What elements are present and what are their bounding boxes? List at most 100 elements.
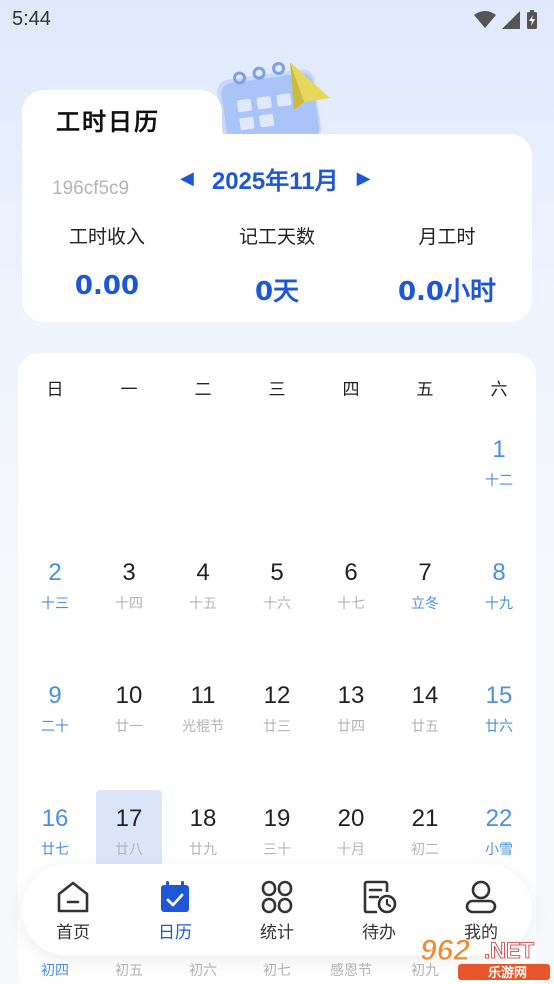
day-number: 17 — [115, 805, 143, 832]
day-number: 13 — [337, 682, 365, 709]
calendar-day-today[interactable]: 17 廿八 — [96, 790, 162, 870]
day-number: 22 — [485, 805, 513, 832]
calendar-day[interactable]: 10 廿一 — [96, 674, 162, 754]
nav-label: 首页 — [56, 923, 90, 943]
day-number: 21 — [411, 805, 439, 832]
calendar-day[interactable]: 11 光棍节 — [170, 674, 236, 754]
day-number: 12 — [263, 682, 291, 709]
svg-text:962: 962 — [420, 934, 470, 967]
weekday-header: 一 — [120, 380, 138, 400]
day-number: 7 — [418, 559, 432, 586]
svg-text:乐游网: 乐游网 — [488, 965, 527, 981]
day-number: 5 — [270, 559, 284, 586]
day-lunar: 立冬 — [411, 596, 439, 612]
calendar-day[interactable]: 13 廿四 — [318, 674, 384, 754]
day-lunar: 十五 — [189, 596, 217, 612]
next-month-button[interactable]: ▶ — [347, 168, 381, 189]
weekday-header: 六 — [490, 380, 508, 400]
peek-lunar: 感恩节 — [330, 963, 372, 979]
nav-label: 日历 — [158, 923, 192, 943]
weekday-header: 五 — [416, 380, 434, 400]
home-icon — [57, 881, 89, 913]
calendar-day[interactable]: 15 廿六 — [466, 674, 532, 754]
day-lunar: 十四 — [115, 596, 143, 612]
nav-label: 待办 — [362, 923, 396, 943]
day-lunar: 十九 — [485, 596, 513, 612]
stat-workdays: 记工天数 0天 — [192, 222, 362, 308]
day-number: 2 — [48, 559, 62, 586]
stat-value: 0.00 — [74, 271, 140, 301]
day-lunar: 廿五 — [411, 719, 439, 735]
calendar-day[interactable]: 6 十七 — [318, 551, 384, 631]
page-title: 工时日历 — [56, 108, 160, 136]
calendar-day[interactable]: 7 立冬 — [392, 551, 458, 631]
stat-income: 工时收入 0.00 — [22, 222, 192, 301]
calendar-day[interactable]: 5 十六 — [244, 551, 310, 631]
stat-label: 月工时 — [418, 226, 476, 248]
nav-calendar[interactable]: 日历 — [130, 880, 220, 943]
day-number: 8 — [492, 559, 506, 586]
day-number: 15 — [485, 682, 513, 709]
weekday-header: 四 — [342, 380, 360, 400]
day-lunar: 廿三 — [263, 719, 291, 735]
day-lunar: 廿六 — [485, 719, 513, 735]
calendar-day[interactable]: 2 十三 — [22, 551, 88, 631]
prev-month-button[interactable]: ◀ — [170, 168, 204, 189]
calendar-day[interactable]: 1 十二 — [466, 428, 532, 508]
day-lunar: 十七 — [337, 596, 365, 612]
day-lunar: 二十 — [41, 719, 69, 735]
calendar-day[interactable]: 4 十五 — [170, 551, 236, 631]
calendar-day[interactable]: 14 廿五 — [392, 674, 458, 754]
day-lunar: 廿八 — [115, 842, 143, 858]
stat-value: 0天 — [254, 277, 300, 307]
day-lunar: 初二 — [411, 842, 439, 858]
day-number: 11 — [190, 682, 216, 709]
stat-label: 工时收入 — [68, 226, 145, 248]
day-number: 9 — [48, 682, 62, 709]
day-number: 20 — [337, 805, 365, 832]
month-label[interactable]: 2025年11月 — [204, 161, 347, 196]
calendar-icon — [161, 881, 189, 912]
weekday-header: 日 — [46, 380, 64, 400]
day-number: 6 — [344, 559, 358, 586]
peek-lunar: 初七 — [263, 963, 291, 979]
calendar-day[interactable]: 8 十九 — [466, 551, 532, 631]
day-number: 18 — [189, 805, 217, 832]
day-lunar: 十月 — [337, 842, 365, 858]
peek-lunar: 初六 — [189, 963, 217, 979]
stat-label: 记工天数 — [238, 226, 315, 248]
day-number: 3 — [122, 559, 136, 586]
day-lunar: 十六 — [263, 596, 291, 612]
day-lunar: 廿一 — [115, 719, 143, 735]
signal-icon — [502, 11, 520, 29]
day-lunar: 十三 — [41, 596, 69, 612]
nav-stats[interactable]: 统计 — [232, 880, 322, 943]
profile-icon — [465, 880, 497, 914]
status-time: 5:44 — [12, 8, 51, 30]
day-number: 16 — [41, 805, 69, 832]
day-lunar: 十二 — [485, 473, 513, 489]
stat-value: 0.0小时 — [397, 277, 497, 307]
device-id: 196cf5c9 — [52, 178, 130, 199]
nav-todo[interactable]: 待办 — [334, 880, 424, 943]
peek-lunar: 初五 — [115, 963, 143, 979]
calendar-day[interactable]: 12 廿三 — [244, 674, 310, 754]
day-lunar: 三十 — [263, 842, 291, 858]
calendar-day[interactable]: 3 十四 — [96, 551, 162, 631]
svg-text:.NET: .NET — [484, 938, 535, 963]
peek-lunar: 初四 — [41, 963, 69, 979]
weekday-header: 三 — [268, 380, 286, 400]
status-bar: 5:44 — [0, 0, 554, 40]
day-number: 14 — [411, 682, 439, 709]
nav-home[interactable]: 首页 — [28, 880, 118, 943]
weekday-header: 二 — [194, 380, 212, 400]
nav-label: 统计 — [260, 923, 294, 943]
day-lunar: 廿九 — [189, 842, 217, 858]
day-lunar: 光棍节 — [182, 719, 224, 735]
stats-icon — [261, 880, 293, 914]
month-navigator: ◀ 2025年11月 ▶ — [170, 160, 380, 196]
day-number: 10 — [115, 682, 143, 709]
calendar-day[interactable]: 9 二十 — [22, 674, 88, 754]
calendar-illustration-icon — [217, 61, 330, 138]
day-lunar: 廿四 — [337, 719, 365, 735]
